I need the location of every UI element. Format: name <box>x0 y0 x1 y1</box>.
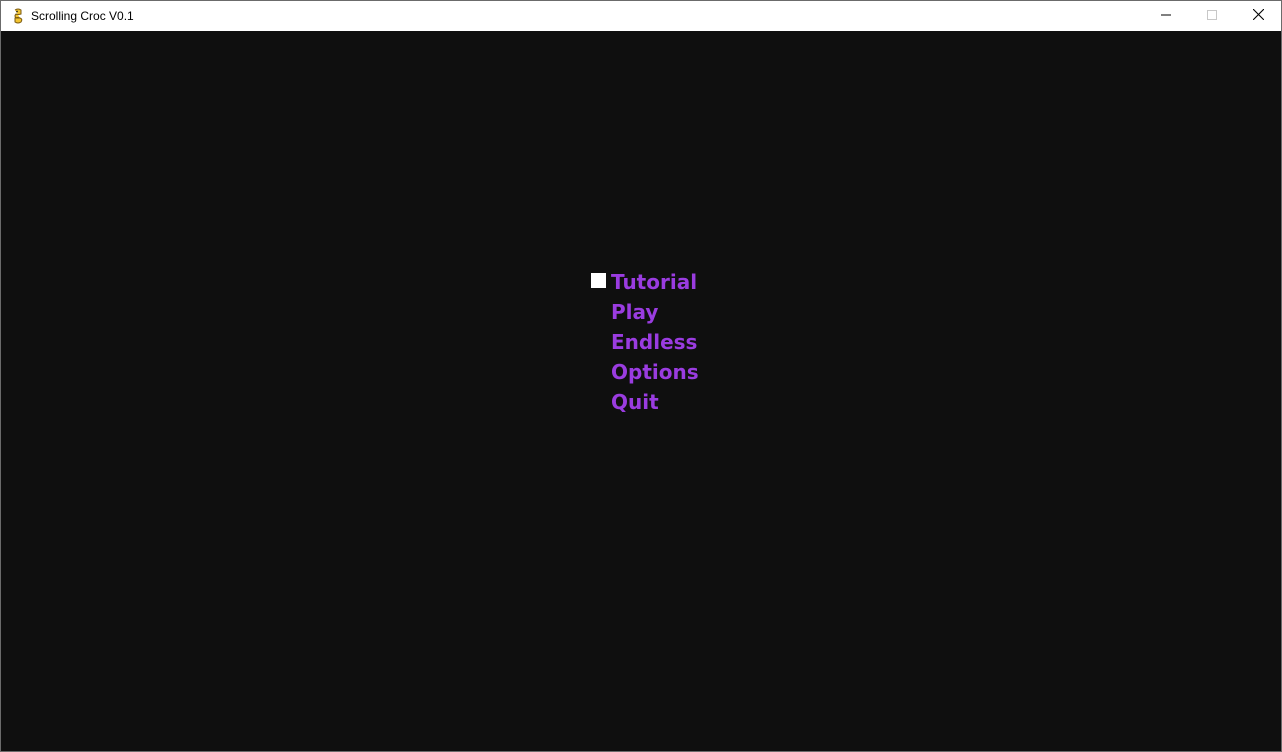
minimize-button[interactable] <box>1143 1 1189 31</box>
pygame-snake-icon <box>10 8 26 24</box>
main-menu: Tutorial Play Endless Options Quit <box>591 267 699 417</box>
menu-item-label: Quit <box>611 390 659 414</box>
maximize-button[interactable] <box>1189 1 1235 31</box>
title-bar[interactable]: Scrolling Croc V0.1 <box>1 1 1281 31</box>
menu-item-label: Options <box>611 360 699 384</box>
selection-cursor <box>591 273 606 288</box>
menu-item-label: Tutorial <box>611 270 698 294</box>
menu-item-quit[interactable]: Quit <box>611 387 699 417</box>
menu-item-tutorial[interactable]: Tutorial <box>591 267 699 297</box>
app-window: Scrolling Croc V0.1 Tutorial Play Endles… <box>0 0 1282 752</box>
menu-item-play[interactable]: Play <box>611 297 699 327</box>
game-canvas[interactable]: Tutorial Play Endless Options Quit <box>1 31 1281 751</box>
menu-item-label: Play <box>611 300 659 324</box>
window-title: Scrolling Croc V0.1 <box>31 9 134 23</box>
menu-item-endless[interactable]: Endless <box>611 327 699 357</box>
close-button[interactable] <box>1235 1 1281 31</box>
menu-item-label: Endless <box>611 330 698 354</box>
minimize-icon <box>1161 7 1171 25</box>
close-icon <box>1252 7 1264 25</box>
maximize-icon <box>1207 7 1217 25</box>
menu-item-options[interactable]: Options <box>611 357 699 387</box>
